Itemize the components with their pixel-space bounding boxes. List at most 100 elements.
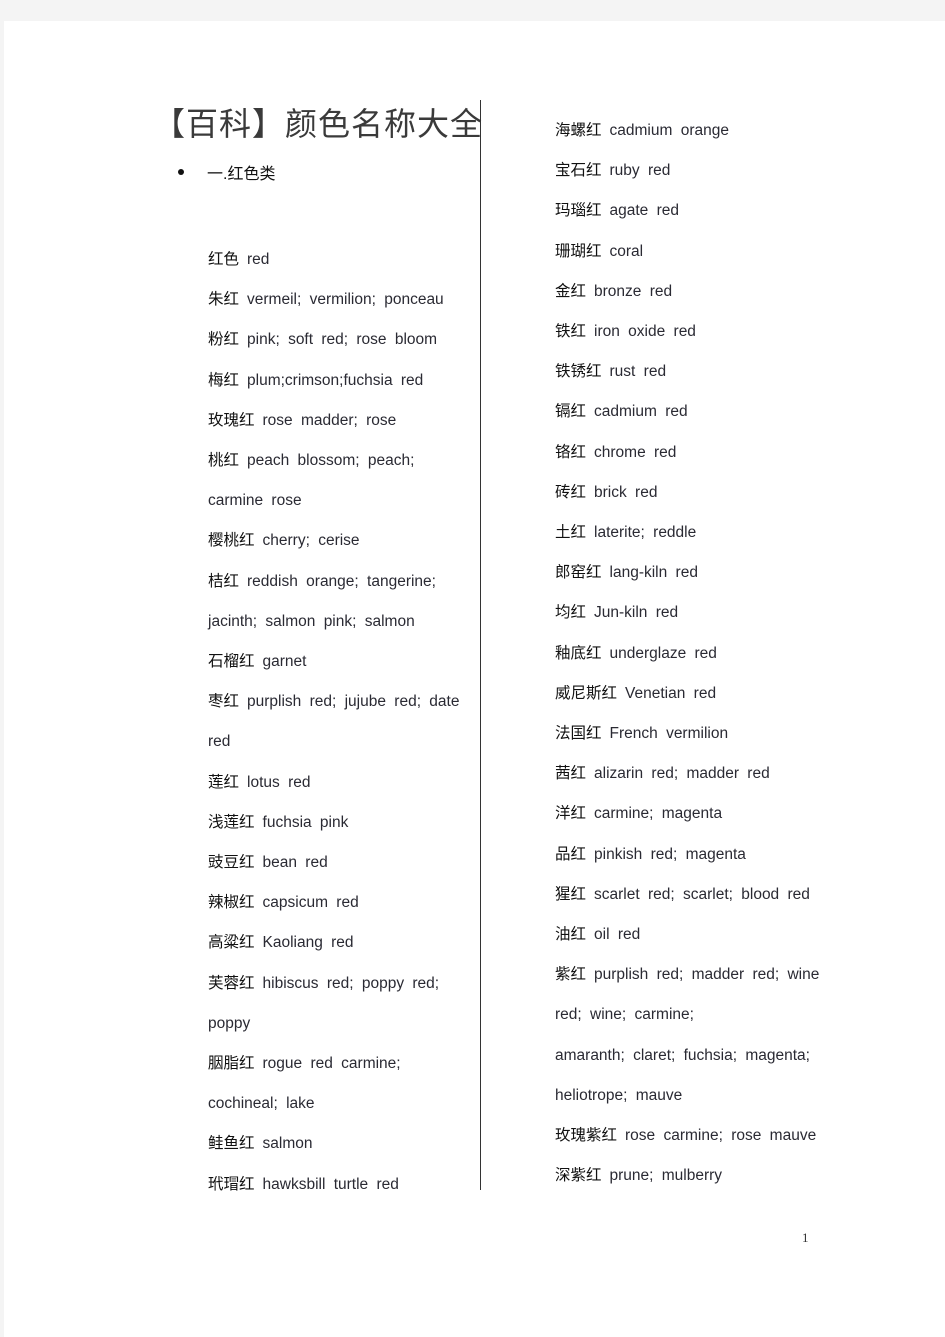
color-name-english: plum;crimson;fuchsia red — [247, 371, 424, 389]
color-name-english: rose carmine; rose mauve — [625, 1127, 817, 1145]
color-entry: 深紫红 prune; mulberry — [555, 1156, 845, 1196]
column-divider — [480, 100, 481, 1190]
color-name-english: bean red — [262, 854, 328, 872]
color-entry-continuation: cochineal; lake — [208, 1084, 470, 1124]
color-entry: 粉红 pink; soft red; rose bloom — [208, 320, 470, 360]
color-entry: 梅红 plum;crimson;fuchsia red — [208, 361, 470, 401]
color-name-english: pink; soft red; rose bloom — [247, 331, 438, 349]
color-name-english: amaranth; claret; fuchsia; magenta; — [555, 1046, 810, 1064]
color-name-english: capsicum red — [262, 894, 359, 912]
color-entry: 玛瑙红 agate red — [555, 191, 845, 231]
color-entry-continuation: amaranth; claret; fuchsia; magenta; — [555, 1036, 845, 1076]
color-entry: 威尼斯红 Venetian red — [555, 674, 845, 714]
color-name-english: chrome red — [594, 443, 677, 461]
color-entry: 樱桃红 cherry; cerise — [208, 521, 470, 561]
color-name-english: prune; mulberry — [609, 1167, 723, 1185]
color-name-chinese: 桃红 — [208, 452, 240, 470]
color-name-english: cadmium red — [594, 403, 688, 421]
color-entry: 郎窑红 lang-kiln red — [555, 553, 845, 593]
color-name-english: iron oxide red — [594, 323, 696, 341]
color-name-english: carmine; magenta — [594, 805, 723, 823]
color-name-english: cherry; cerise — [262, 532, 360, 550]
color-entry: 玫瑰紫红 rose carmine; rose mauve — [555, 1116, 845, 1156]
color-name-chinese: 粉红 — [208, 331, 240, 349]
color-name-chinese: 珊瑚红 — [555, 242, 602, 260]
color-name-chinese: 朱红 — [208, 291, 240, 309]
color-name-english: brick red — [594, 483, 658, 501]
color-name-english: fuchsia pink — [262, 813, 349, 831]
section-heading-item: 一.红色类 — [178, 160, 275, 184]
color-name-english: garnet — [262, 653, 307, 671]
color-name-chinese: 品红 — [555, 845, 587, 863]
color-name-chinese: 均红 — [555, 604, 587, 622]
color-entry: 猩红 scarlet red; scarlet; blood red — [555, 875, 845, 915]
color-entry: 紫红 purplish red; madder red; wine — [555, 955, 845, 995]
color-name-english: jacinth; salmon pink; salmon — [208, 612, 415, 630]
color-name-chinese: 玫瑰紫红 — [555, 1127, 618, 1145]
color-entry: 海螺红 cadmium orange — [555, 111, 845, 151]
color-name-english: rogue red carmine; — [262, 1055, 401, 1073]
color-entry: 洋红 carmine; magenta — [555, 794, 845, 834]
color-name-chinese: 高粱红 — [208, 934, 255, 952]
color-name-english: heliotrope; mauve — [555, 1086, 683, 1104]
color-entry: 镉红 cadmium red — [555, 392, 845, 432]
color-name-english: bronze red — [594, 282, 673, 300]
color-name-chinese: 胭脂红 — [208, 1055, 255, 1073]
color-name-english: peach blossom; peach; — [247, 452, 415, 470]
color-name-chinese: 梅红 — [208, 371, 240, 389]
color-entry: 鲑鱼红 salmon — [208, 1124, 470, 1164]
color-name-chinese: 紫红 — [555, 966, 587, 984]
color-entry: 品红 pinkish red; magenta — [555, 835, 845, 875]
color-name-english: agate red — [609, 202, 680, 220]
color-entry-continuation: red — [208, 722, 470, 762]
color-entry: 朱红 vermeil; vermilion; ponceau — [208, 280, 470, 320]
color-name-english: rose madder; rose — [262, 411, 397, 429]
color-entry: 桃红 peach blossom; peach; — [208, 441, 470, 481]
color-entry: 法国红 French vermilion — [555, 714, 845, 754]
color-name-english: purplish red; madder red; wine — [594, 966, 820, 984]
color-name-chinese: 铁锈红 — [555, 363, 602, 381]
color-name-english: coral — [609, 242, 644, 260]
color-name-english: rust red — [609, 363, 667, 381]
color-entry: 浅莲红 fuchsia pink — [208, 803, 470, 843]
color-name-english: purplish red; jujube red; date — [247, 693, 460, 711]
color-name-chinese: 釉底红 — [555, 644, 602, 662]
color-name-english: red — [247, 251, 270, 268]
color-list-right: 海螺红 cadmium orange 宝石红 ruby red 玛瑙红 agate red… — [555, 111, 845, 1196]
color-name-chinese: 鲑鱼红 — [208, 1135, 255, 1153]
color-name-chinese: 猩红 — [555, 885, 587, 903]
color-name-chinese: 豉豆红 — [208, 854, 255, 872]
color-name-english: French vermilion — [609, 725, 729, 743]
color-name-english: poppy — [208, 1014, 251, 1032]
color-name-chinese: 樱桃红 — [208, 532, 255, 550]
color-name-chinese: 法国红 — [555, 725, 602, 743]
color-entry-continuation: carmine rose — [208, 481, 470, 521]
color-entry-continuation: jacinth; salmon pink; salmon — [208, 602, 470, 642]
color-name-english: Venetian red — [625, 684, 717, 702]
color-name-english: Jun-kiln red — [594, 604, 679, 622]
color-name-chinese: 茜红 — [555, 765, 587, 783]
color-name-chinese: 威尼斯红 — [555, 684, 618, 702]
color-name-chinese: 油红 — [555, 926, 587, 944]
color-entry-continuation: poppy — [208, 1004, 470, 1044]
color-name-chinese: 海螺红 — [555, 122, 602, 139]
color-name-english: cochineal; lake — [208, 1095, 315, 1113]
color-name-chinese: 莲红 — [208, 773, 240, 791]
color-name-chinese: 宝石红 — [555, 162, 602, 180]
color-name-chinese: 枣红 — [208, 693, 240, 711]
color-name-chinese: 浅莲红 — [208, 813, 255, 831]
color-entry: 铬红 chrome red — [555, 433, 845, 473]
color-name-chinese: 砖红 — [555, 483, 587, 501]
color-name-english: Kaoliang red — [262, 934, 354, 952]
color-name-chinese: 石榴红 — [208, 653, 255, 671]
color-entry: 胭脂红 rogue red carmine; — [208, 1044, 470, 1084]
color-name-chinese: 深紫红 — [555, 1167, 602, 1185]
color-entry: 油红 oil red — [555, 915, 845, 955]
color-name-english: lang-kiln red — [609, 564, 698, 582]
color-name-english: lotus red — [247, 773, 311, 791]
color-entry: 豉豆红 bean red — [208, 843, 470, 883]
color-name-chinese: 玛瑙红 — [555, 202, 602, 220]
color-entry: 金红 bronze red — [555, 272, 845, 312]
color-entry: 红色 red — [208, 240, 470, 280]
color-entry: 土红 laterite; reddle — [555, 513, 845, 553]
